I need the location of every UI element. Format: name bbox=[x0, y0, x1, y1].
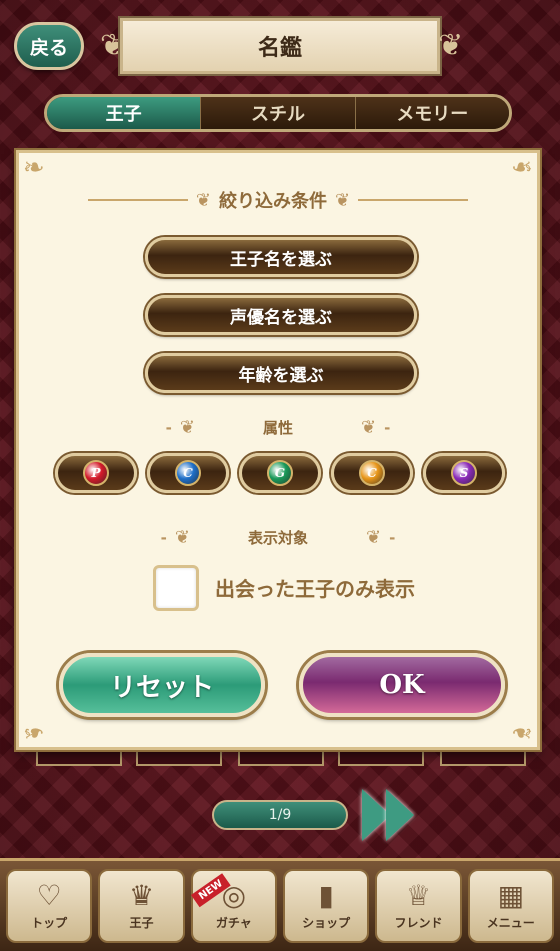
display-heading: - ❦ 表示対象 ❦ - bbox=[19, 527, 537, 548]
filter-heading-text: 絞り込み条件 bbox=[219, 191, 327, 212]
display-heading-text: 表示対象 bbox=[247, 529, 308, 547]
nav-label: 王子 bbox=[129, 915, 154, 930]
attribute-g-icon: G bbox=[267, 460, 293, 486]
met-princes-only-label[interactable]: 出会った王子のみ表示 bbox=[215, 573, 415, 602]
card-slot bbox=[136, 750, 222, 766]
tiara-icon: ♕ bbox=[405, 878, 432, 912]
flourish-icon: ❦ bbox=[335, 189, 351, 211]
dash-icon: - bbox=[384, 418, 391, 437]
flourish-icon: ❦ bbox=[174, 527, 190, 548]
nav-label: ガチャ bbox=[215, 915, 252, 930]
card-slot bbox=[238, 750, 324, 766]
dash-icon: - bbox=[165, 418, 172, 437]
met-princes-only-checkbox[interactable] bbox=[153, 565, 199, 611]
page-indicator: 1/9 bbox=[212, 800, 348, 830]
nav-prince[interactable]: ♛ 王子 bbox=[98, 869, 185, 943]
select-age-button[interactable]: 年齢を選ぶ bbox=[145, 353, 417, 393]
flourish-icon: ❦ bbox=[179, 417, 195, 438]
card-slot bbox=[440, 750, 526, 766]
tab-memory[interactable]: メモリー bbox=[355, 97, 509, 129]
attribute-row: P C G C S bbox=[55, 453, 505, 493]
nav-label: フレンド bbox=[394, 915, 443, 930]
card-slot bbox=[338, 750, 424, 766]
attribute-heading: - ❦ 属性 ❦ - bbox=[19, 417, 537, 438]
attribute-c-icon: C bbox=[175, 460, 201, 486]
next-page-button[interactable] bbox=[362, 788, 424, 842]
grid-icon: ▦ bbox=[497, 878, 525, 912]
divider bbox=[87, 199, 188, 201]
corner-ornament-icon: ❧ bbox=[511, 153, 533, 183]
attribute-button-c-blue[interactable]: C bbox=[147, 453, 229, 493]
tab-still[interactable]: スチル bbox=[201, 97, 356, 129]
dash-icon: - bbox=[160, 528, 167, 547]
title-ornament-right: ❦ bbox=[438, 28, 464, 63]
tab-prince[interactable]: 王子 bbox=[47, 97, 202, 129]
corner-ornament-icon: ❧ bbox=[23, 717, 45, 747]
bottom-nav: ♡ トップ ♛ 王子 NEW ◎ ガチャ ▮ ショップ ♕ フレンド ▦ メニュ… bbox=[0, 858, 560, 951]
nav-friend[interactable]: ♕ フレンド bbox=[375, 869, 462, 943]
tab-bar: 王子 スチル メモリー bbox=[44, 94, 512, 132]
ok-button[interactable]: OK bbox=[299, 653, 505, 717]
reset-button[interactable]: リセット bbox=[59, 653, 265, 717]
attribute-p-icon: P bbox=[83, 460, 109, 486]
filter-heading: ❦ 絞り込み条件 ❦ bbox=[19, 187, 537, 213]
flourish-icon: ❦ bbox=[361, 417, 377, 438]
page-title: 名鑑 bbox=[118, 16, 442, 76]
attribute-button-p[interactable]: P bbox=[55, 453, 137, 493]
corner-ornament-icon: ❧ bbox=[23, 153, 45, 183]
select-voice-actor-button[interactable]: 声優名を選ぶ bbox=[145, 295, 417, 335]
heart-icon: ♡ bbox=[36, 878, 62, 912]
flourish-icon: ❦ bbox=[195, 189, 211, 211]
nav-label: メニュー bbox=[486, 915, 535, 930]
bottle-icon: ▮ bbox=[318, 878, 334, 912]
crown-icon: ♛ bbox=[128, 878, 155, 912]
card-slot bbox=[36, 750, 122, 766]
nav-menu[interactable]: ▦ メニュー bbox=[467, 869, 554, 943]
attribute-button-g[interactable]: G bbox=[239, 453, 321, 493]
nav-label: ショップ bbox=[302, 915, 351, 930]
arrow-right-icon bbox=[386, 789, 414, 841]
corner-ornament-icon: ❧ bbox=[511, 717, 533, 747]
filter-dialog: ❧ ❧ ❧ ❧ ❦ 絞り込み条件 ❦ 王子名を選ぶ 声優名を選ぶ 年齢を選ぶ -… bbox=[16, 150, 540, 750]
flourish-icon: ❦ bbox=[366, 527, 382, 548]
attribute-c-icon: C bbox=[359, 460, 385, 486]
nav-label: トップ bbox=[31, 915, 68, 930]
nav-top[interactable]: ♡ トップ bbox=[6, 869, 93, 943]
dash-icon: - bbox=[389, 528, 396, 547]
divider bbox=[358, 199, 469, 201]
attribute-button-s[interactable]: S bbox=[423, 453, 505, 493]
attribute-heading-text: 属性 bbox=[262, 419, 293, 437]
nav-shop[interactable]: ▮ ショップ bbox=[282, 869, 370, 943]
attribute-s-icon: S bbox=[451, 460, 477, 486]
attribute-button-c-orange[interactable]: C bbox=[331, 453, 413, 493]
back-button[interactable]: 戻る bbox=[14, 22, 84, 70]
select-prince-name-button[interactable]: 王子名を選ぶ bbox=[145, 237, 417, 277]
page-title-text: 名鑑 bbox=[257, 36, 302, 61]
nav-gacha[interactable]: NEW ◎ ガチャ bbox=[190, 869, 277, 943]
